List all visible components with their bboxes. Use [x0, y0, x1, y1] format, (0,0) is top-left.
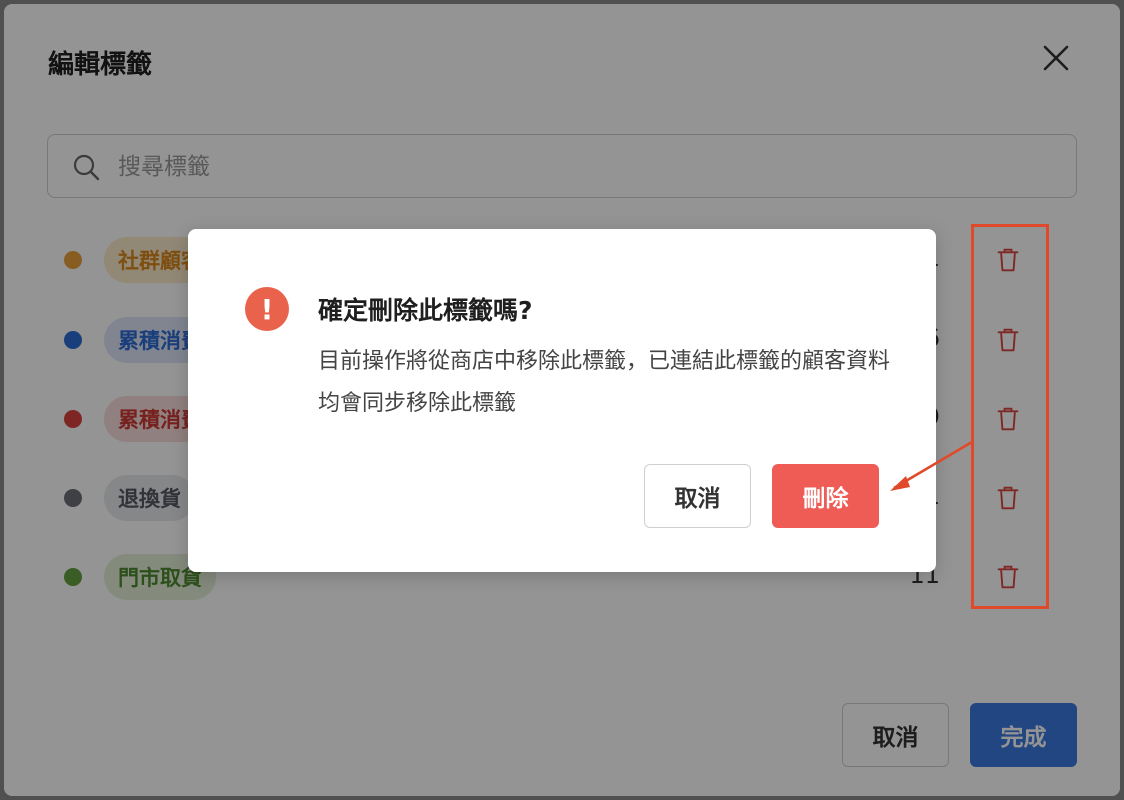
confirm-delete-dialog: ! 確定刪除此標籤嗎? 目前操作將從商店中移除此標籤，已連結此標籤的顧客資料均會…	[188, 229, 936, 572]
annotation-arrow	[890, 440, 973, 491]
dialog-message: 目前操作將從商店中移除此標籤，已連結此標籤的顧客資料均會同步移除此標籤	[318, 349, 891, 416]
annotation-highlight-box	[971, 224, 1049, 609]
warning-icon: !	[245, 287, 289, 331]
dialog-title: 確定刪除此標籤嗎?	[318, 296, 533, 325]
dialog-delete-button[interactable]: 刪除	[772, 464, 879, 528]
dialog-cancel-button[interactable]: 取消	[644, 464, 751, 528]
